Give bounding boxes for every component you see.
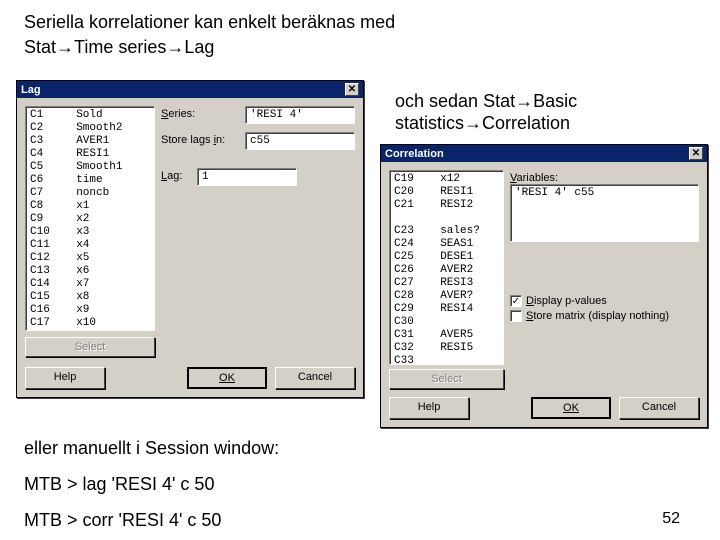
lag-input[interactable]: 1 xyxy=(197,168,297,186)
series-label: Series: xyxy=(161,106,239,124)
store-label: Store lags in: xyxy=(161,132,239,150)
checkbox-icon xyxy=(510,310,522,322)
cancel-button[interactable]: Cancel xyxy=(275,367,355,389)
ok-button[interactable]: OK xyxy=(531,397,611,419)
ok-button[interactable]: OK xyxy=(187,367,267,389)
variables-label: Variables: xyxy=(510,170,699,184)
correlation-title: Correlation xyxy=(385,148,444,160)
session-text-1: eller manuellt i Session window: xyxy=(24,438,279,459)
lag-titlebar: Lag ✕ xyxy=(17,81,363,98)
heading-line-1: Seriella korrelationer kan enkelt beräkn… xyxy=(24,12,696,33)
help-button[interactable]: Help xyxy=(25,367,105,389)
series-input[interactable]: 'RESI 4' xyxy=(245,106,355,124)
session-text-3: MTB > corr 'RESI 4' c 50 xyxy=(24,510,221,531)
close-icon[interactable]: ✕ xyxy=(345,83,359,96)
correlation-column-list[interactable]: C19 x12 C20 RESI1 C21 RESI2 C23 sales? C… xyxy=(389,170,504,365)
store-input[interactable]: c55 xyxy=(245,132,355,150)
store-matrix-label: Store matrix (display nothing) xyxy=(526,310,669,322)
correlation-titlebar: Correlation ✕ xyxy=(381,145,707,162)
lag-field-label: Lag: xyxy=(161,168,191,186)
store-matrix-checkbox[interactable]: Store matrix (display nothing) xyxy=(510,310,699,322)
heading-line-2: Stat→Time series→Lag xyxy=(24,37,696,58)
display-pvalues-label: Display p-values xyxy=(526,295,607,307)
lag-column-list[interactable]: C1 Sold C2 Smooth2 C3 AVER1 C4 RESI1 C5 … xyxy=(25,106,155,331)
select-button: Select xyxy=(25,337,155,357)
heading-line-3: och sedan Stat→Basic statistics→Correlat… xyxy=(395,90,655,134)
lag-dialog: Lag ✕ C1 Sold C2 Smooth2 C3 AVER1 C4 RES… xyxy=(16,80,364,398)
checkbox-icon: ✓ xyxy=(510,295,522,307)
help-button[interactable]: Help xyxy=(389,397,469,419)
close-icon[interactable]: ✕ xyxy=(689,147,703,160)
cancel-button[interactable]: Cancel xyxy=(619,397,699,419)
lag-title: Lag xyxy=(21,84,41,96)
correlation-dialog: Correlation ✕ C19 x12 C20 RESI1 C21 RESI… xyxy=(380,144,708,428)
display-pvalues-checkbox[interactable]: ✓ Display p-values xyxy=(510,295,699,307)
variables-input[interactable]: 'RESI 4' c55 xyxy=(510,184,699,242)
session-text-2: MTB > lag 'RESI 4' c 50 xyxy=(24,474,214,495)
select-button: Select xyxy=(389,369,504,389)
page-number: 52 xyxy=(662,510,680,528)
